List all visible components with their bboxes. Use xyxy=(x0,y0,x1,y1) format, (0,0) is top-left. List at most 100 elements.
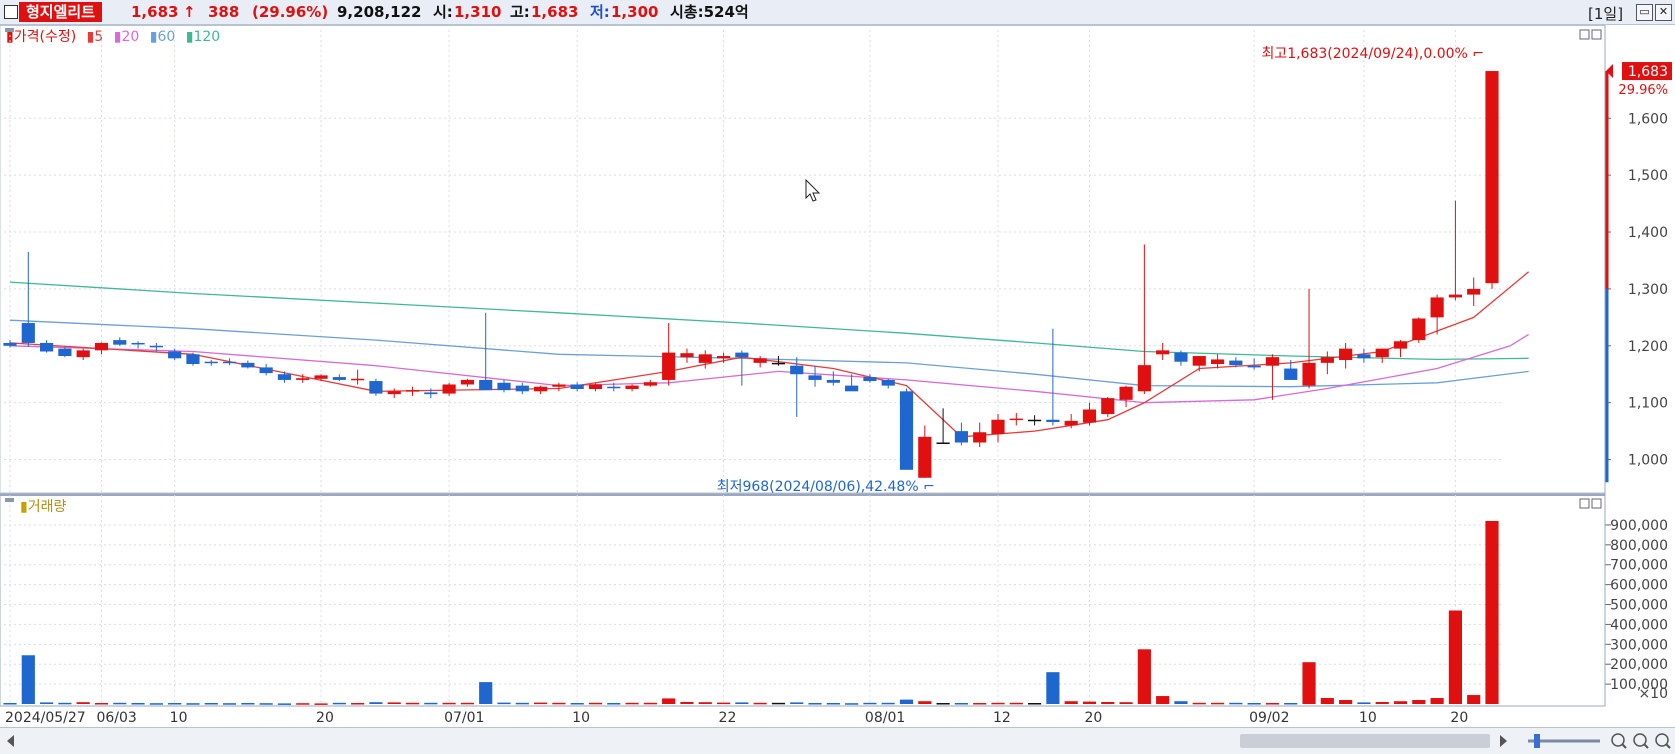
volume-bar xyxy=(296,703,310,705)
candle-body xyxy=(826,379,840,383)
price-tick-label: 1,000 xyxy=(1628,453,1668,469)
zoom-in-icon-handle xyxy=(1643,743,1649,749)
chart-canvas[interactable]: 1,000 1,100 1,200 1,300 1,400 1,500 1,600 2024/… xyxy=(0,0,1675,727)
candle-body xyxy=(1430,297,1444,318)
candle-body xyxy=(1028,419,1042,422)
volume-bar xyxy=(570,703,584,705)
candle-body xyxy=(1137,365,1151,392)
candle-body xyxy=(442,384,456,394)
candle-body xyxy=(918,436,932,478)
candle-body xyxy=(790,365,804,375)
volume-bar xyxy=(442,702,456,705)
volume-bar xyxy=(204,703,218,705)
candle-body xyxy=(259,367,273,374)
candle-body xyxy=(973,432,987,443)
volume-bar xyxy=(1210,702,1225,705)
volume-bar xyxy=(790,702,804,704)
volume-bar xyxy=(113,702,127,705)
volume-bar xyxy=(936,703,950,705)
volume-bar xyxy=(680,702,694,704)
volume-bar xyxy=(460,702,474,705)
volume-bar xyxy=(1467,695,1481,704)
current-pct-label: 29.96% xyxy=(1618,83,1668,98)
price-tick-label: 1,400 xyxy=(1628,225,1668,241)
scroll-left-icon[interactable] xyxy=(7,735,14,747)
volume-bar xyxy=(3,703,17,705)
date-tick-label: 09/02 xyxy=(1249,710,1289,726)
date-tick-label: 20 xyxy=(316,710,334,726)
volume-bar xyxy=(387,702,401,704)
volume-bar xyxy=(332,702,346,705)
candle-body xyxy=(296,378,310,380)
candle-body xyxy=(351,378,365,381)
volume-bar xyxy=(881,702,895,705)
date-tick-label: 20 xyxy=(1084,710,1102,726)
ma5-line xyxy=(9,271,1530,438)
volume-bar xyxy=(1412,700,1426,704)
candle-body xyxy=(515,385,529,392)
candle-body xyxy=(534,386,548,392)
volume-bar xyxy=(1265,703,1280,705)
price-tick-label: 1,200 xyxy=(1628,339,1668,355)
scroll-controls[interactable] xyxy=(0,728,1675,754)
volume-bar xyxy=(1320,698,1334,704)
date-tick-label: 2024/05/27 xyxy=(5,710,86,726)
candle-body xyxy=(58,348,72,357)
volume-bar xyxy=(771,702,786,705)
candle-body xyxy=(936,442,950,444)
candle-body xyxy=(186,354,200,364)
candle-body xyxy=(716,356,731,359)
candle-body xyxy=(76,350,90,358)
candle-body xyxy=(1174,352,1188,362)
candle-body xyxy=(607,386,621,389)
volume-bar xyxy=(1448,610,1462,704)
volume-bar xyxy=(1156,696,1170,704)
volume-bar xyxy=(1375,702,1389,704)
volume-bar xyxy=(1082,701,1097,704)
scroll-bar[interactable] xyxy=(0,727,1675,754)
candle-body xyxy=(369,381,383,394)
ma20-line xyxy=(9,333,1529,404)
pane-handle-icon xyxy=(5,28,14,32)
volume-bar xyxy=(552,702,566,705)
volume-tick-label: 600,000 xyxy=(1610,578,1668,594)
volume-bar xyxy=(424,702,438,705)
volume-bar xyxy=(1485,520,1499,704)
candle-body xyxy=(899,391,914,470)
mouse-cursor-icon xyxy=(805,178,821,202)
candle-body xyxy=(1009,418,1023,421)
candle-body xyxy=(625,385,639,390)
candle-body xyxy=(1375,348,1389,358)
pane-max-icon[interactable] xyxy=(1579,498,1590,509)
volume-bar xyxy=(1009,702,1023,705)
candle-body xyxy=(1192,356,1206,366)
volume-tick-label: 800,000 xyxy=(1610,538,1668,554)
candle-body xyxy=(1393,341,1408,349)
date-tick-label: 08/01 xyxy=(865,710,905,726)
volume-bar xyxy=(1101,702,1115,704)
scroll-right-icon[interactable] xyxy=(1500,735,1507,747)
zoom-reset-icon-handle xyxy=(1665,743,1671,749)
zoom-slider-handle[interactable] xyxy=(1534,734,1540,748)
candle-body xyxy=(241,362,255,368)
volume-bar xyxy=(1028,703,1042,705)
volume-bar xyxy=(1284,703,1298,705)
pane-close-icon[interactable] xyxy=(1591,498,1602,509)
candle-body xyxy=(881,379,895,386)
date-tick-label: 10 xyxy=(1359,710,1377,726)
candle-body xyxy=(3,342,17,346)
volume-bar xyxy=(534,702,548,705)
candle-body xyxy=(1046,419,1060,423)
pane-max-icon[interactable] xyxy=(1579,29,1590,40)
pane-close-icon[interactable] xyxy=(1591,29,1602,40)
volume-bar xyxy=(899,699,914,704)
candle-body xyxy=(735,352,749,358)
volume-tick-label: 200,000 xyxy=(1610,657,1668,673)
volume-bar xyxy=(497,702,511,705)
candle-body xyxy=(753,358,767,363)
volume-bar xyxy=(954,703,968,705)
volume-bar xyxy=(662,698,676,704)
candle-body xyxy=(588,384,603,390)
volume-bar xyxy=(259,703,273,705)
volume-bar xyxy=(58,702,72,705)
